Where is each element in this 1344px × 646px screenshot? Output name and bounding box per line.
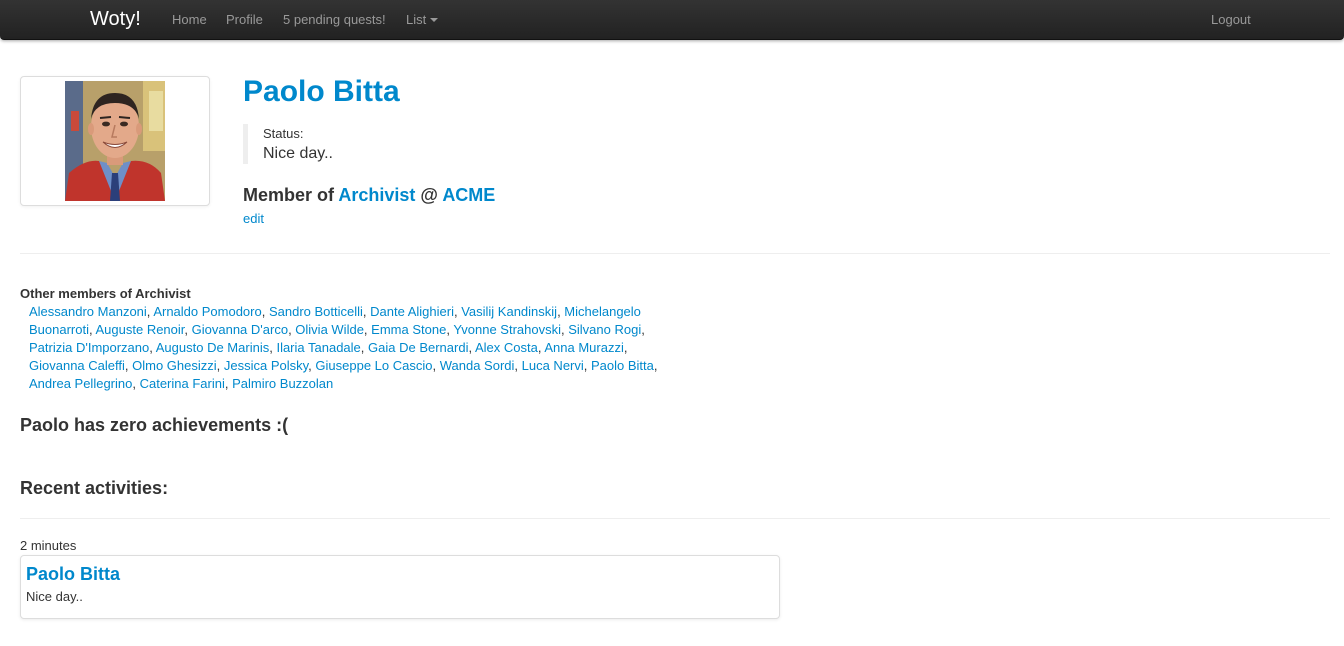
brand-link[interactable]: Woty! [90,8,141,30]
member-link[interactable]: Luca Nervi [522,358,584,373]
profile-photo [65,81,165,201]
nav-list-label: List [406,12,427,27]
member-separator: , [653,358,658,373]
status-blockquote: Status: Nice day.. [243,124,333,164]
member-link[interactable]: Palmiro Buzzolan [232,376,333,391]
status-text: Nice day.. [263,145,333,162]
member-link[interactable]: Sandro Botticelli [269,304,363,319]
status-label: Status: [263,126,304,141]
activity-text: Nice day.. [26,589,83,604]
profile-name[interactable]: Paolo Bitta [243,74,400,110]
member-link[interactable]: Giovanna D'arco [192,322,288,337]
member-link[interactable]: Silvano Rogi [568,322,641,337]
divider [20,253,1330,254]
member-link[interactable]: Wanda Sordi [440,358,515,373]
nav-profile[interactable]: Profile [226,11,263,29]
member-separator: , [360,340,369,355]
member-link[interactable]: Gaia De Bernardi [368,340,468,355]
member-link[interactable]: Ilaria Tanadale [276,340,360,355]
activity-card: Paolo Bitta Nice day.. [20,555,780,619]
member-link[interactable]: Caterina Farini [140,376,225,391]
member-link[interactable]: Arnaldo Pomodoro [153,304,261,319]
nav-logout[interactable]: Logout [1211,11,1251,29]
member-link[interactable]: Alex Costa [475,340,538,355]
member-link[interactable]: Giovanna Caleffi [29,358,125,373]
member-separator: , [132,376,140,391]
activity-user-link[interactable]: Paolo Bitta [26,563,120,585]
other-members-title: Other members of Archivist [20,286,191,301]
member-separator: , [432,358,440,373]
member-link[interactable]: Anna Murazzi [544,340,623,355]
activity-time: 2 minutes [20,538,77,553]
group-link[interactable]: Archivist [338,185,415,205]
member-link[interactable]: Patrizia D'Imporzano [29,340,149,355]
member-link[interactable]: Augusto De Marinis [156,340,269,355]
avatar-picture-icon [65,81,165,201]
at-symbol: @ [420,185,438,205]
nav-home[interactable]: Home [172,11,207,29]
member-separator: , [184,322,192,337]
membership-line: Member of Archivist @ ACME [243,184,495,206]
nav-pending-quests[interactable]: 5 pending quests! [283,11,386,29]
member-separator: , [261,304,269,319]
member-link[interactable]: Paolo Bitta [591,358,654,373]
member-separator: , [623,340,628,355]
edit-link[interactable]: edit [243,210,264,228]
member-separator: , [641,322,645,337]
member-link[interactable]: Dante Alighieri [370,304,454,319]
member-prefix: Member of [243,185,335,205]
member-separator: , [224,376,233,391]
caret-down-icon [430,17,439,22]
member-link[interactable]: Giuseppe Lo Cascio [315,358,432,373]
member-link[interactable]: Andrea Pellegrino [29,376,132,391]
achievements-heading: Paolo has zero achievements :( [20,415,289,435]
member-link[interactable]: Olivia Wilde [295,322,364,337]
company-link[interactable]: ACME [442,185,495,205]
member-link[interactable]: Jessica Polsky [224,358,308,373]
member-link[interactable]: Emma Stone [371,322,446,337]
member-separator: , [216,358,224,373]
member-link[interactable]: Alessandro Manzoni [29,304,147,319]
member-link[interactable]: Vasilij Kandinskij [461,304,557,319]
member-separator: , [583,358,591,373]
member-link[interactable]: Yvonne Strahovski [453,322,561,337]
profile-photo-frame [20,76,210,206]
divider [20,518,1330,519]
recent-activities-heading: Recent activities: [20,478,169,498]
member-link[interactable]: Olmo Ghesizzi [132,358,217,373]
member-separator: , [514,358,522,373]
member-link[interactable]: Auguste Renoir [96,322,185,337]
nav-list-dropdown[interactable]: List [406,11,439,29]
top-navbar: Woty! Home Profile 5 pending quests! Lis… [0,0,1344,40]
other-members-list: Alessandro Manzoni, Arnaldo Pomodoro, Sa… [29,303,659,393]
